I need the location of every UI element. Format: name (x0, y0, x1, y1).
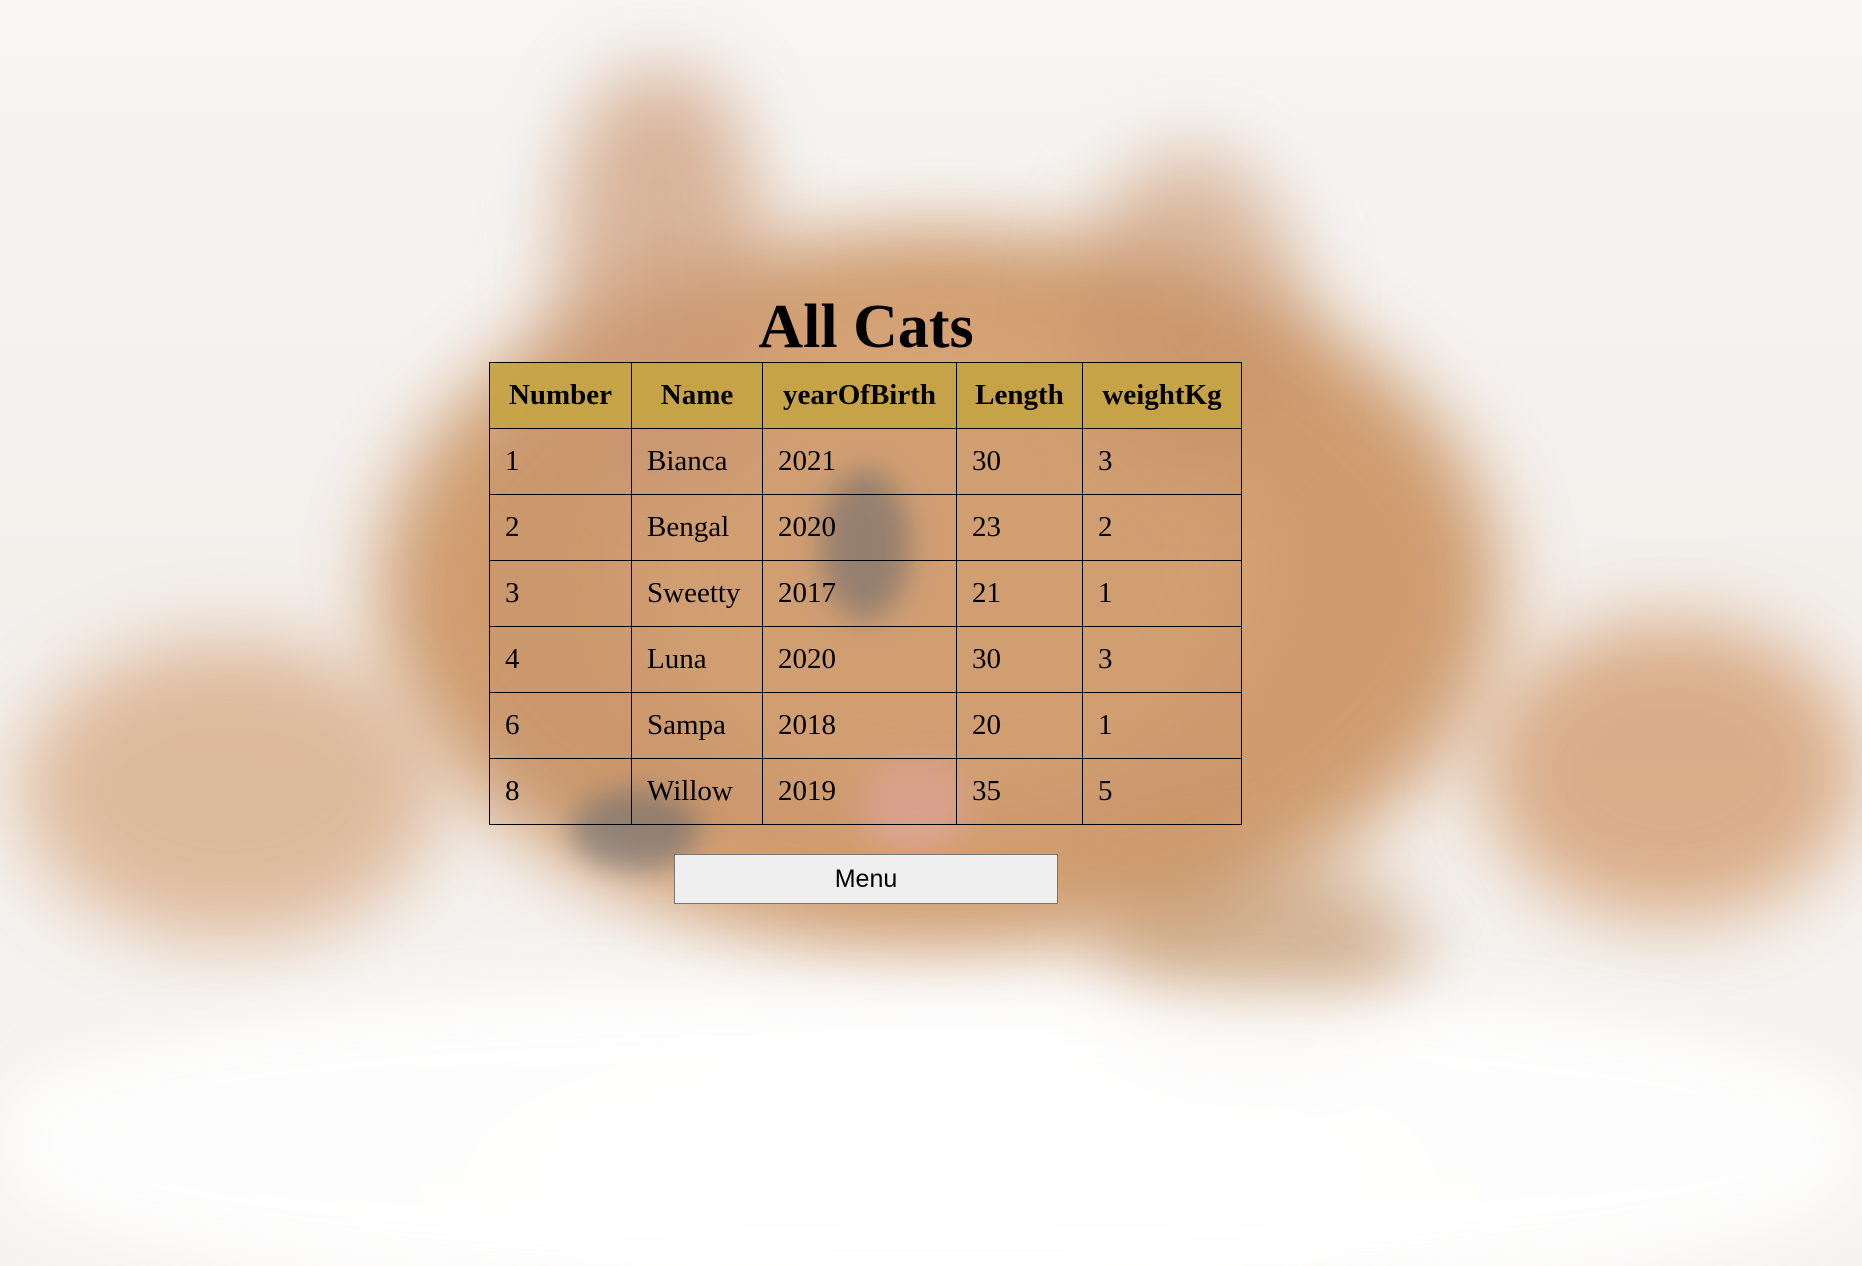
page-title: All Cats (758, 293, 974, 361)
column-header-number: Number (489, 362, 632, 429)
cell-weight-kg: 3 (1082, 626, 1242, 693)
table-header-row: Number Name yearOfBirth Length weightKg (489, 362, 1242, 429)
cell-weight-kg: 1 (1082, 692, 1242, 759)
cell-length: 21 (956, 560, 1083, 627)
cell-year-of-birth: 2017 (762, 560, 957, 627)
cell-year-of-birth: 2020 (762, 626, 957, 693)
cell-number: 4 (489, 626, 632, 693)
cell-length: 30 (956, 428, 1083, 495)
cats-table: Number Name yearOfBirth Length weightKg … (489, 362, 1242, 825)
cell-length: 35 (956, 758, 1083, 825)
column-header-length: Length (956, 362, 1083, 429)
column-header-name: Name (631, 362, 763, 429)
cell-weight-kg: 1 (1082, 560, 1242, 627)
cell-name: Willow (631, 758, 763, 825)
table-row: 1 Bianca 2021 30 3 (489, 428, 1242, 495)
cell-length: 30 (956, 626, 1083, 693)
cell-name: Sampa (631, 692, 763, 759)
cell-name: Bengal (631, 494, 763, 561)
cell-number: 2 (489, 494, 632, 561)
table-row: 6 Sampa 2018 20 1 (489, 692, 1242, 759)
cell-name: Bianca (631, 428, 763, 495)
column-header-year-of-birth: yearOfBirth (762, 362, 957, 429)
cell-number: 8 (489, 758, 632, 825)
cell-year-of-birth: 2018 (762, 692, 957, 759)
cell-weight-kg: 3 (1082, 428, 1242, 495)
cell-year-of-birth: 2021 (762, 428, 957, 495)
cell-year-of-birth: 2020 (762, 494, 957, 561)
table-row: 8 Willow 2019 35 5 (489, 758, 1242, 825)
cell-name: Luna (631, 626, 763, 693)
cell-length: 23 (956, 494, 1083, 561)
cell-number: 3 (489, 560, 632, 627)
cell-weight-kg: 2 (1082, 494, 1242, 561)
page-content: All Cats Number Name yearOfBirth Length … (0, 0, 1862, 1266)
table-row: 2 Bengal 2020 23 2 (489, 494, 1242, 561)
cell-weight-kg: 5 (1082, 758, 1242, 825)
column-header-weight-kg: weightKg (1082, 362, 1242, 429)
menu-button[interactable]: Menu (674, 854, 1058, 904)
table-row: 4 Luna 2020 30 3 (489, 626, 1242, 693)
table-row: 3 Sweetty 2017 21 1 (489, 560, 1242, 627)
cell-name: Sweetty (631, 560, 763, 627)
cell-number: 1 (489, 428, 632, 495)
cell-length: 20 (956, 692, 1083, 759)
cell-year-of-birth: 2019 (762, 758, 957, 825)
cell-number: 6 (489, 692, 632, 759)
